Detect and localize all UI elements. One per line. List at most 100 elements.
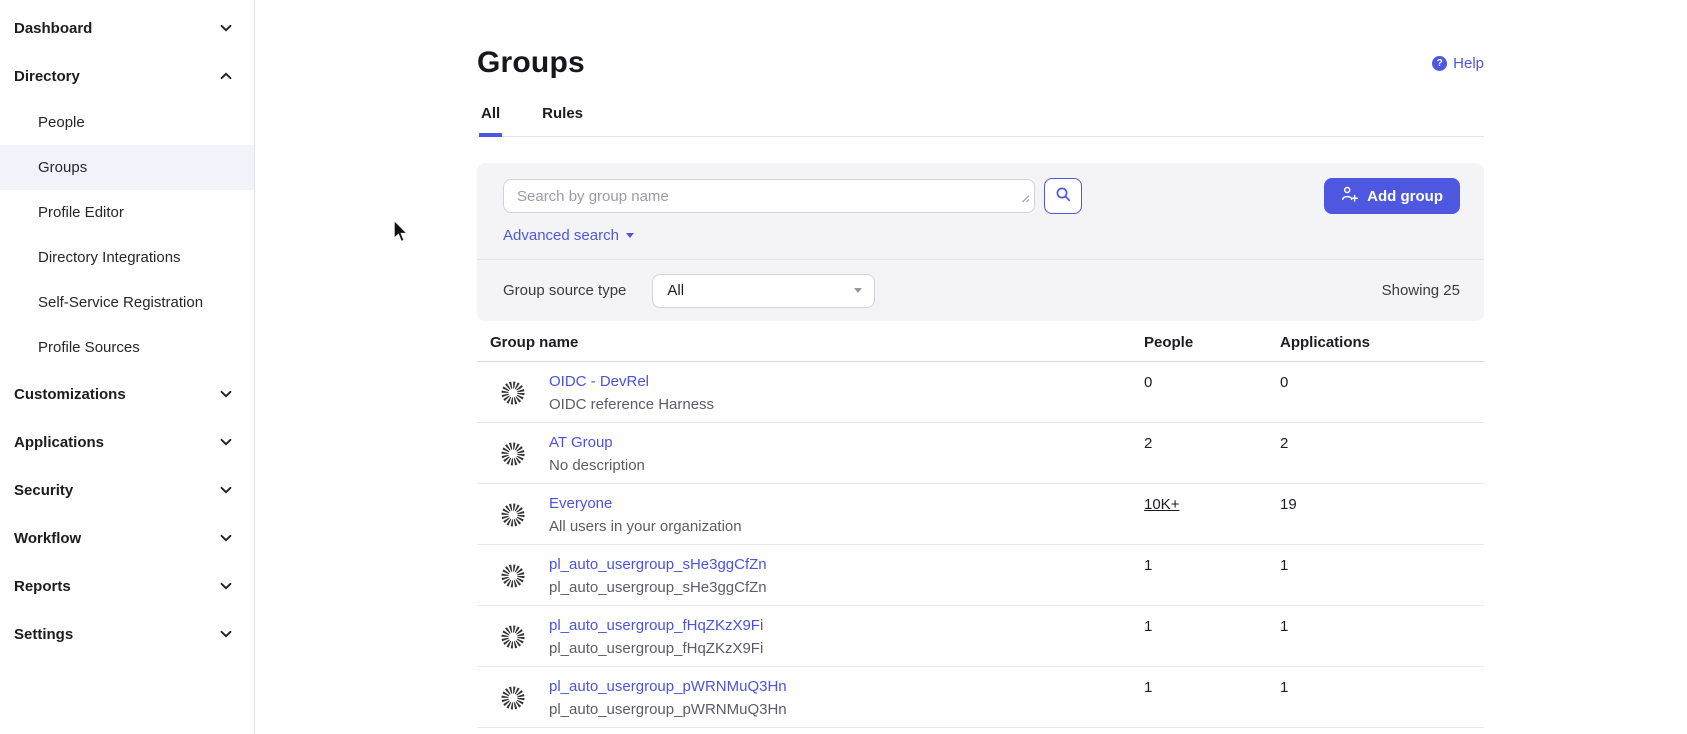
- caret-down-icon: [626, 233, 634, 238]
- group-description: pl_auto_usergroup_sHe3ggCfZn: [549, 578, 767, 598]
- group-icon: [500, 685, 526, 711]
- group-icon: [500, 380, 526, 406]
- table-row: pl_auto_usergroup_pWRNMuQ3Hn pl_auto_use…: [477, 667, 1484, 728]
- sidebar-item-profile-sources[interactable]: Profile Sources: [0, 325, 254, 370]
- group-description: All users in your organization: [549, 517, 742, 537]
- people-count: 1: [1144, 667, 1280, 727]
- sidebar-item-label: Workflow: [14, 530, 81, 547]
- people-count: 0: [1144, 362, 1280, 422]
- tab-rules[interactable]: Rules: [540, 105, 585, 137]
- sidebar-item-customizations[interactable]: Customizations: [0, 370, 254, 418]
- search-icon: [1055, 186, 1072, 206]
- sidebar-item-dashboard[interactable]: Dashboard: [0, 4, 254, 52]
- people-count: 1: [1144, 606, 1280, 666]
- question-mark-icon: ?: [1432, 56, 1447, 71]
- sidebar-item-self-service-registration[interactable]: Self-Service Registration: [0, 280, 254, 325]
- sidebar-item-settings[interactable]: Settings: [0, 610, 254, 658]
- main-area: Groups ? Help All Rules: [255, 0, 1687, 734]
- sidebar-item-label: Customizations: [14, 386, 126, 403]
- advanced-search-link[interactable]: Advanced search: [503, 227, 634, 244]
- people-count-link[interactable]: 10K+: [1144, 496, 1179, 513]
- sidebar-item-workflow[interactable]: Workflow: [0, 514, 254, 562]
- sidebar-item-applications[interactable]: Applications: [0, 418, 254, 466]
- sidebar-item-label: Applications: [14, 434, 104, 451]
- sidebar-nav: Dashboard Directory People Groups Profil…: [0, 0, 255, 734]
- group-icon: [500, 441, 526, 467]
- tab-all[interactable]: All: [479, 105, 502, 137]
- group-source-type-label: Group source type: [503, 282, 626, 299]
- group-name-link[interactable]: Everyone: [549, 494, 612, 514]
- sidebar-item-reports[interactable]: Reports: [0, 562, 254, 610]
- sidebar-item-profile-editor[interactable]: Profile Editor: [0, 190, 254, 235]
- chevron-down-icon: [220, 486, 232, 494]
- group-description: OIDC reference Harness: [549, 395, 714, 415]
- column-people: People: [1144, 334, 1280, 351]
- table-row: pl_auto_usergroup_sHe3ggCfZn pl_auto_use…: [477, 545, 1484, 606]
- sidebar-item-directory-integrations[interactable]: Directory Integrations: [0, 235, 254, 280]
- search-input[interactable]: [503, 179, 1035, 213]
- search-filter-panel: Add group Advanced search Group source t…: [477, 163, 1484, 321]
- chevron-down-icon: [220, 438, 232, 446]
- group-description: pl_auto_usergroup_fHqZKzX9Fi: [549, 639, 763, 659]
- applications-count: 2: [1280, 423, 1484, 483]
- applications-count: 1: [1280, 545, 1484, 605]
- chevron-up-icon: [220, 72, 232, 80]
- chevron-down-icon: [220, 630, 232, 638]
- group-name-link[interactable]: pl_auto_usergroup_sHe3ggCfZn: [549, 555, 767, 575]
- table-row: pl_auto_usergroup_fHqZKzX9Fi pl_auto_use…: [477, 606, 1484, 667]
- chevron-down-icon: [220, 24, 232, 32]
- applications-count: 1: [1280, 667, 1484, 727]
- sidebar-item-people[interactable]: People: [0, 100, 254, 145]
- group-source-type-select[interactable]: All: [652, 274, 875, 308]
- sidebar-item-directory[interactable]: Directory: [0, 52, 254, 100]
- people-count: 1: [1144, 545, 1280, 605]
- advanced-search-label: Advanced search: [503, 227, 619, 244]
- chevron-down-icon: [220, 534, 232, 542]
- group-description: pl_auto_usergroup_pWRNMuQ3Hn: [549, 700, 787, 720]
- people-count: 2: [1144, 423, 1280, 483]
- sidebar-item-label: Directory: [14, 68, 80, 85]
- showing-count: Showing 25: [1382, 282, 1460, 299]
- page-title: Groups: [477, 46, 585, 80]
- applications-count: 19: [1280, 484, 1484, 544]
- group-icon: [500, 563, 526, 589]
- help-link[interactable]: ? Help: [1432, 55, 1484, 72]
- applications-count: 0: [1280, 362, 1484, 422]
- sidebar-item-label: Directory Integrations: [38, 249, 181, 266]
- sidebar-item-label: Security: [14, 482, 73, 499]
- group-icon: [500, 502, 526, 528]
- column-applications: Applications: [1280, 334, 1484, 351]
- person-plus-icon: [1341, 185, 1359, 207]
- column-group-name: Group name: [477, 334, 1144, 351]
- add-group-label: Add group: [1367, 188, 1443, 205]
- add-group-button[interactable]: Add group: [1324, 178, 1460, 214]
- sidebar-item-label: People: [38, 114, 85, 131]
- groups-table: Group name People Applications OIDC - De…: [477, 324, 1484, 728]
- sidebar-item-label: Self-Service Registration: [38, 294, 203, 311]
- group-name-link[interactable]: AT Group: [549, 433, 613, 453]
- sidebar-item-label: Settings: [14, 626, 73, 643]
- sidebar-item-groups[interactable]: Groups: [0, 145, 254, 190]
- table-row: Everyone All users in your organization …: [477, 484, 1484, 545]
- tab-bar: All Rules: [477, 105, 1484, 137]
- group-icon: [500, 624, 526, 650]
- table-row: OIDC - DevRel OIDC reference Harness 0 0: [477, 362, 1484, 423]
- group-name-link[interactable]: OIDC - DevRel: [549, 372, 649, 392]
- help-label: Help: [1453, 55, 1484, 72]
- chevron-down-icon: [220, 390, 232, 398]
- group-name-link[interactable]: pl_auto_usergroup_pWRNMuQ3Hn: [549, 677, 787, 697]
- search-button[interactable]: [1044, 178, 1082, 214]
- selected-option: All: [667, 282, 684, 299]
- sidebar-item-label: Dashboard: [14, 20, 92, 37]
- table-row: AT Group No description 2 2: [477, 423, 1484, 484]
- chevron-down-icon: [220, 582, 232, 590]
- group-description: No description: [549, 456, 645, 476]
- applications-count: 1: [1280, 606, 1484, 666]
- group-name-link[interactable]: pl_auto_usergroup_fHqZKzX9Fi: [549, 616, 763, 636]
- sidebar-item-label: Reports: [14, 578, 71, 595]
- table-header: Group name People Applications: [477, 324, 1484, 362]
- sidebar-item-label: Profile Editor: [38, 204, 124, 221]
- sidebar-item-label: Profile Sources: [38, 339, 140, 356]
- sidebar-item-security[interactable]: Security: [0, 466, 254, 514]
- sidebar-item-label: Groups: [38, 159, 87, 176]
